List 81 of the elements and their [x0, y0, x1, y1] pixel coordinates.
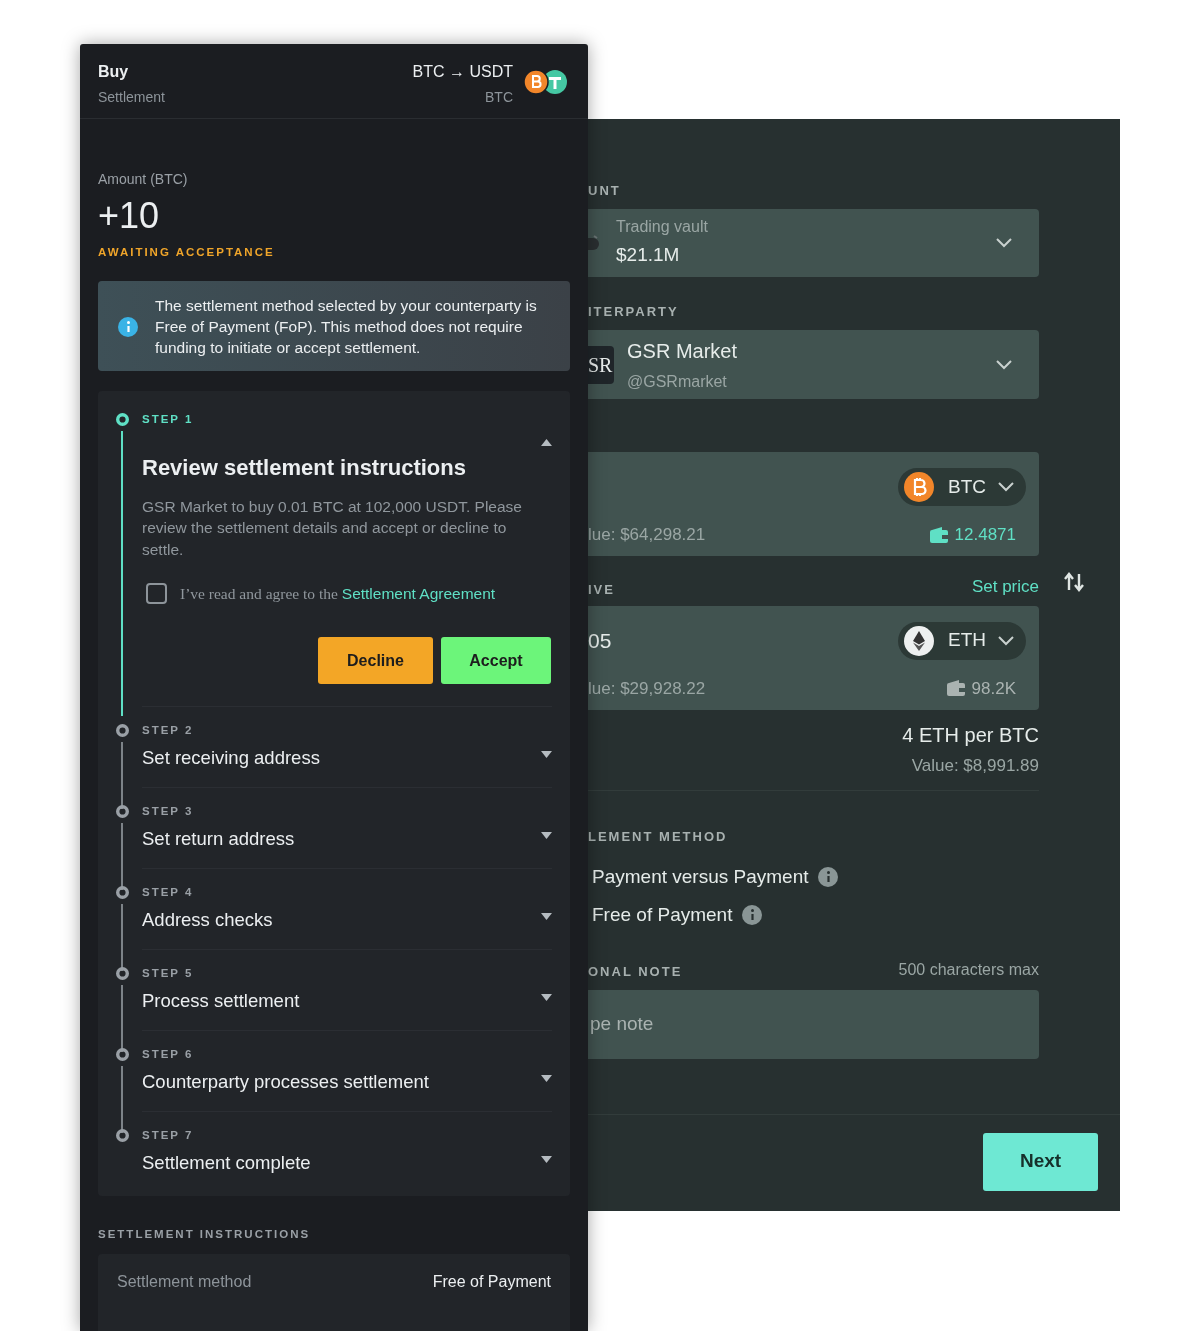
note-field[interactable]: pe note	[588, 989, 1039, 1059]
step-label: STEP 6	[142, 1047, 195, 1063]
step-title: Process settlement	[142, 988, 301, 1013]
notice-text: The settlement method selected by your counterparty is Free of Payment (FoP). This method does not require funding to initiate or accept settlement.	[155, 296, 538, 359]
info-icon[interactable]	[818, 866, 839, 887]
field-label: Settlement method	[117, 1271, 252, 1292]
caret-down-icon[interactable]	[541, 831, 552, 839]
step-title: Counterparty processes settlement	[142, 1069, 430, 1094]
agreement-text: I’ve read and agree to the Settlement Agreement	[180, 584, 496, 604]
ethereum-icon	[904, 625, 934, 656]
field-value: Free of Payment	[432, 1271, 551, 1292]
chevron-down-icon	[996, 237, 1012, 248]
amount-value: 05	[588, 627, 612, 654]
section-label: ITERPARTY	[588, 302, 680, 321]
order-subtitle: Settlement	[98, 88, 165, 107]
counterparty-name: GSR Market	[627, 338, 738, 364]
caret-down-icon[interactable]	[541, 750, 552, 758]
swap-icon[interactable]	[1063, 572, 1087, 592]
account-balance: $21.1M	[616, 243, 681, 268]
exchange-rate: 4 ETH per BTC	[902, 722, 1039, 748]
chevron-down-icon	[996, 359, 1012, 370]
counterparty-handle: @GSRmarket	[627, 371, 728, 392]
step-label: STEP 7	[142, 1128, 195, 1144]
rate-value: Value: $8,991.89	[911, 754, 1039, 777]
currency-pair: BTC → USDT	[412, 62, 513, 82]
chevron-down-icon	[998, 482, 1014, 492]
amount-field[interactable]: 05 ETH lue: $29,928.22 98.2K	[588, 605, 1039, 710]
agreement-link[interactable]: Settlement Agreement	[341, 585, 496, 602]
amount-field[interactable]: BTC lue: $64,298.21 12.4871	[588, 452, 1039, 556]
section-label: UNT	[588, 182, 622, 200]
next-button[interactable]: Next	[983, 1132, 1098, 1191]
option-label: Free of Payment	[592, 903, 733, 927]
bitcoin-icon	[904, 472, 934, 502]
fiat-value: lue: $29,928.22	[588, 677, 706, 700]
caret-down-icon[interactable]	[541, 912, 552, 920]
character-limit: 500 characters max	[898, 959, 1039, 980]
accept-button[interactable]: Accept	[441, 637, 551, 685]
agreement-checkbox[interactable]	[146, 583, 167, 605]
caret-down-icon[interactable]	[541, 993, 552, 1001]
step-label: STEP 2	[142, 723, 195, 739]
step-label: STEP 4	[142, 885, 195, 901]
step-label: STEP 5	[142, 966, 195, 982]
amount-value: +10	[98, 196, 161, 236]
counterparty-select[interactable]: SR GSR Market @GSRmarket	[588, 330, 1039, 399]
section-label: LEMENT METHOD	[588, 828, 729, 846]
section-label: SETTLEMENT INSTRUCTIONS	[98, 1227, 312, 1243]
currency-select[interactable]: ETH	[898, 621, 1026, 660]
wallet-icon	[946, 680, 965, 697]
info-icon	[118, 316, 138, 337]
step-title: Review settlement instructions	[142, 453, 467, 482]
fiat-value: lue: $64,298.21	[588, 524, 706, 546]
decline-button[interactable]: Decline	[318, 637, 433, 685]
section-label: IVE	[588, 581, 615, 599]
caret-up-icon[interactable]	[541, 438, 552, 446]
option-label: Payment versus Payment	[592, 864, 809, 889]
section-label: ONAL NOTE	[588, 963, 683, 981]
status-label: AWAITING ACCEPTANCE	[98, 245, 276, 260]
step-label: STEP 1	[142, 412, 195, 428]
wallet-balance: 98.2K	[971, 677, 1016, 700]
vault-icon	[588, 233, 600, 252]
step-label: STEP 3	[142, 804, 195, 820]
step-title: Address checks	[142, 907, 274, 932]
unit-label: BTC	[484, 88, 513, 107]
step-title: Set return address	[142, 826, 296, 851]
wallet-balance: 12.4871	[954, 524, 1016, 546]
set-price-link[interactable]: Set price	[971, 574, 1039, 600]
amount-label: Amount (BTC)	[98, 170, 189, 189]
step-title: Set receiving address	[142, 745, 321, 770]
step-description: GSR Market to buy 0.01 BTC at 102,000 USDT. Please review the settlement details and accept or decline to settle.	[142, 496, 523, 560]
order-side: Buy	[98, 62, 130, 82]
account-name: Trading vault	[616, 217, 708, 238]
caret-down-icon[interactable]	[541, 1074, 552, 1082]
chevron-down-icon	[998, 635, 1014, 646]
currency-select[interactable]: BTC	[898, 468, 1026, 506]
caret-down-icon[interactable]	[541, 1155, 552, 1163]
wallet-icon	[929, 526, 948, 543]
info-icon[interactable]	[742, 905, 763, 926]
coin-pair-icon	[523, 69, 568, 95]
account-select[interactable]: Trading vault $21.1M	[588, 208, 1039, 277]
counterparty-logo: SR	[588, 345, 614, 384]
step-title: Settlement complete	[142, 1150, 312, 1175]
